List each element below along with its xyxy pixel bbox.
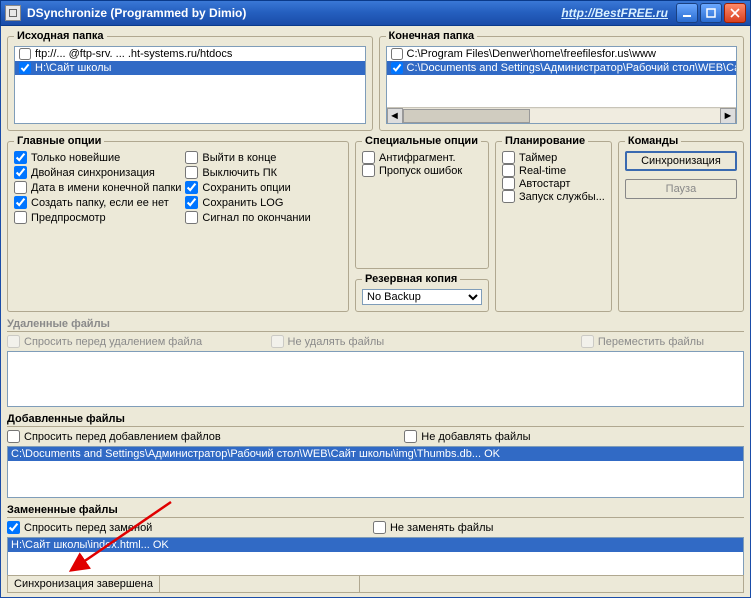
added-row[interactable]: C:\Documents and Settings\Администратор\… bbox=[8, 447, 743, 461]
opt-create-folder[interactable]: Создать папку, если ее нет bbox=[14, 196, 181, 209]
main-options-legend: Главные опции bbox=[14, 135, 104, 147]
list-item-text: ftp://... @ftp-srv. ... .ht-systems.ru/h… bbox=[35, 48, 232, 60]
main-options-group: Главные опции Только новейшие Выйти в ко… bbox=[7, 135, 349, 312]
backup-select[interactable]: No Backup bbox=[362, 289, 482, 305]
app-icon bbox=[5, 5, 21, 21]
list-item[interactable]: C:\Documents and Settings\Администратор\… bbox=[387, 61, 737, 75]
special-options-legend: Специальные опции bbox=[362, 135, 481, 147]
opt-double-sync[interactable]: Двойная синхронизация bbox=[14, 166, 181, 179]
list-item-text: C:\Program Files\Denwer\home\freefilesfo… bbox=[407, 48, 656, 60]
dont-add[interactable]: Не добавлять файлы bbox=[404, 430, 530, 443]
dont-delete[interactable]: Не удалять файлы bbox=[271, 335, 385, 348]
destination-group: Конечная папка O ... C:\Program Files\De… bbox=[379, 30, 745, 131]
source-legend: Исходная папка bbox=[14, 30, 107, 42]
opt-autostart[interactable]: Автостарт bbox=[502, 177, 605, 190]
list-item[interactable]: H:\Сайт школы bbox=[15, 61, 365, 75]
opt-exit-end[interactable]: Выйти в конце bbox=[185, 151, 342, 164]
opt-preview[interactable]: Предпросмотр bbox=[14, 211, 181, 224]
opt-timer[interactable]: Таймер bbox=[502, 151, 605, 164]
maximize-button[interactable] bbox=[700, 3, 722, 23]
deleted-list[interactable] bbox=[7, 351, 744, 407]
opt-save-options[interactable]: Сохранить опции bbox=[185, 181, 342, 194]
replaced-row[interactable]: H:\Сайт школы\index.html... OK bbox=[8, 538, 743, 552]
dont-replace[interactable]: Не заменять файлы bbox=[373, 521, 493, 534]
opt-only-newest[interactable]: Только новейшие bbox=[14, 151, 181, 164]
list-item-check[interactable] bbox=[19, 62, 31, 74]
source-list[interactable]: ftp://... @ftp-srv. ... .ht-systems.ru/h… bbox=[14, 46, 366, 124]
backup-group: Резервная копия No Backup bbox=[355, 273, 489, 312]
window-title: DSynchronize (Programmed by Dimio) bbox=[27, 6, 561, 20]
hscrollbar[interactable]: ◄ ► bbox=[387, 107, 737, 123]
list-item-check[interactable] bbox=[391, 48, 403, 60]
ask-before-delete[interactable]: Спросить перед удалением файла bbox=[7, 335, 202, 348]
scroll-thumb[interactable] bbox=[403, 109, 530, 123]
list-item[interactable]: C:\Program Files\Denwer\home\freefilesfo… bbox=[387, 47, 737, 61]
status-cell-2 bbox=[160, 576, 360, 592]
move-files[interactable]: Переместить файлы bbox=[581, 335, 704, 348]
commands-legend: Команды bbox=[625, 135, 681, 147]
opt-signal-end[interactable]: Сигнал по окончании bbox=[185, 211, 342, 224]
opt-realtime[interactable]: Real-time bbox=[502, 164, 605, 177]
deleted-header: Удаленные файлы bbox=[7, 316, 744, 332]
pause-button[interactable]: Пауза bbox=[625, 179, 737, 199]
minimize-button[interactable] bbox=[676, 3, 698, 23]
planning-legend: Планирование bbox=[502, 135, 588, 147]
added-header: Добавленные файлы bbox=[7, 411, 744, 427]
opt-shutdown-pc[interactable]: Выключить ПК bbox=[185, 166, 342, 179]
list-item-check[interactable] bbox=[19, 48, 31, 60]
scroll-left-icon[interactable]: ◄ bbox=[387, 108, 403, 124]
list-item-text: C:\Documents and Settings\Администратор\… bbox=[407, 62, 737, 74]
destination-list[interactable]: C:\Program Files\Denwer\home\freefilesfo… bbox=[386, 46, 738, 124]
destination-legend: Конечная папка bbox=[389, 30, 475, 42]
list-item-check[interactable] bbox=[391, 62, 403, 74]
close-button[interactable] bbox=[724, 3, 746, 23]
statusbar: Синхронизация завершена bbox=[7, 575, 744, 593]
list-item[interactable]: ftp://... @ftp-srv. ... .ht-systems.ru/h… bbox=[15, 47, 365, 61]
titlebar: DSynchronize (Programmed by Dimio) http:… bbox=[0, 0, 751, 26]
sync-button[interactable]: Синхронизация bbox=[625, 151, 737, 171]
commands-group: Команды Синхронизация Пауза bbox=[618, 135, 744, 312]
ask-before-add[interactable]: Спросить перед добавлением файлов bbox=[7, 430, 221, 443]
status-cell-3 bbox=[360, 576, 743, 592]
opt-save-log[interactable]: Сохранить LOG bbox=[185, 196, 342, 209]
scroll-right-icon[interactable]: ► bbox=[720, 108, 736, 124]
replaced-header: Замененные файлы bbox=[7, 502, 744, 518]
backup-legend: Резервная копия bbox=[362, 273, 460, 285]
opt-date-in-name[interactable]: Дата в имени конечной папки bbox=[14, 181, 181, 194]
opt-service[interactable]: Запуск службы... bbox=[502, 190, 605, 203]
title-url[interactable]: http://BestFREE.ru bbox=[561, 6, 668, 20]
special-options-group: Специальные опции Антифрагмент. Пропуск … bbox=[355, 135, 489, 269]
planning-group: Планирование Таймер Real-time Автостарт … bbox=[495, 135, 612, 312]
client-area: Исходная папка ftp://... @ftp-srv. ... .… bbox=[0, 26, 751, 598]
source-group: Исходная папка ftp://... @ftp-srv. ... .… bbox=[7, 30, 373, 131]
ask-before-replace[interactable]: Спросить перед заменой bbox=[7, 521, 152, 534]
added-list[interactable]: C:\Documents and Settings\Администратор\… bbox=[7, 446, 744, 498]
status-text: Синхронизация завершена bbox=[8, 576, 160, 592]
opt-antifragment[interactable]: Антифрагмент. bbox=[362, 151, 482, 164]
list-item-text: H:\Сайт школы bbox=[35, 62, 111, 74]
opt-skip-errors[interactable]: Пропуск ошибок bbox=[362, 164, 482, 177]
